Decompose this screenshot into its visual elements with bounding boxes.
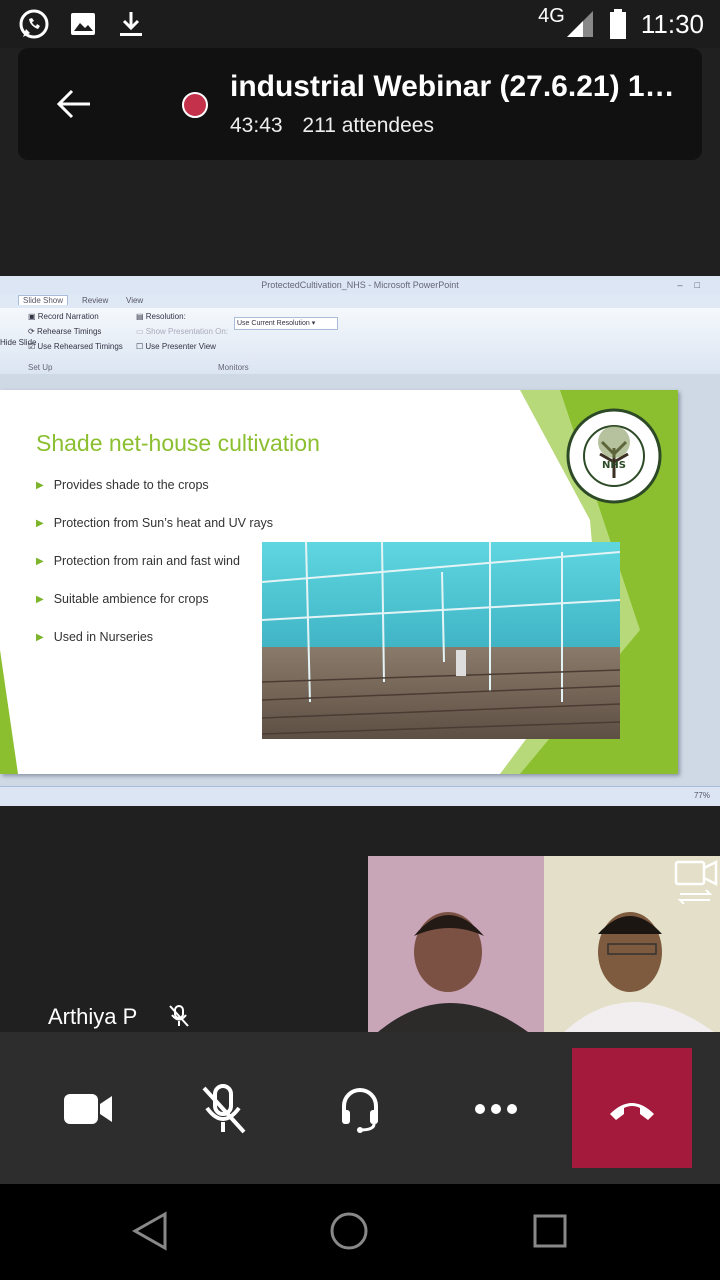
powerpoint-titlebar: ProtectedCultivation_NHS - Microsoft Pow… [0,276,720,294]
nhs-logo: NHS [566,408,662,504]
participant-muted-icon [169,1005,189,1027]
bullet-item: ▶ Protection from rain and fast wind [36,554,240,568]
android-nav-bar [0,1184,720,1280]
call-header: industrial Webinar (27.6.21) 1… 43:43 21… [18,48,702,160]
back-arrow-icon[interactable] [54,84,94,124]
attendee-count[interactable]: 211 attendees [302,114,434,137]
window-controls: –□ [677,280,712,290]
setup-group-label: Set Up [28,363,53,372]
tab-review: Review [82,296,109,305]
phone-hangup-icon [610,1103,654,1120]
video-feed [368,856,720,1032]
bullet-arrow-icon: ▶ [36,632,44,643]
record-narration-button: ▣ Record Narration [28,312,99,321]
call-controls [0,1032,720,1184]
signal-icon [566,11,593,37]
slide-bullets: ▶ Provides shade to the crops ▶ Protection… [36,478,273,668]
monitors-group-label: Monitors [218,363,249,372]
bullet-item: ▶ Provides shade to the crops [36,478,209,492]
shared-screen: ProtectedCultivation_NHS - Microsoft Pow… [0,276,720,806]
nav-back-icon[interactable] [125,1206,175,1256]
call-duration: 43:43 [230,114,283,137]
use-rehearsed-timings-checkbox: ☑ Use Rehearsed Timings [28,342,123,351]
bullet-item: ▶ Suitable ambience for crops [36,592,209,606]
use-presenter-view-checkbox: ☐ Use Presenter View [136,342,216,351]
tab-slide-show: Slide Show [18,295,69,305]
window-title: ProtectedCultivation_NHS - Microsoft Pow… [261,280,459,290]
slide: Shade net-house cultivation ▶ Provides sh… [0,390,678,774]
powerpoint-statusbar: 77% [0,786,720,806]
battery-icon [609,9,626,39]
meeting-meta: 43:43 211 attendees [230,114,448,138]
bullet-arrow-icon: ▶ [36,480,44,491]
video-tile [368,856,720,1032]
video-camera-icon[interactable] [58,1084,118,1134]
hang-up-button[interactable] [572,1048,692,1168]
more-options-icon[interactable] [466,1084,526,1134]
download-icon [120,12,142,36]
bullet-arrow-icon: ▶ [36,518,44,529]
meeting-title: industrial Webinar (27.6.21) 1… [230,70,675,103]
ribbon: Hide Slide ▣ Record Narration ⟳ Rehearse… [0,308,720,375]
status-bar: 4G 11:30 [0,0,720,48]
microphone-muted-icon[interactable] [194,1084,254,1134]
clock: 11:30 [640,8,704,39]
bullet-arrow-icon: ▶ [36,594,44,605]
nav-home-icon[interactable] [324,1206,374,1256]
image-icon [71,13,95,35]
audio-headset-icon[interactable] [330,1084,390,1134]
participant-name: Arthiya P [48,1004,138,1029]
rehearse-timings-button: ⟳ Rehearse Timings [28,327,102,336]
shade-net-house-photo [262,542,620,739]
tab-view: View [126,296,144,305]
bullet-item: ▶ Protection from Sun’s heat and UV rays [36,516,274,530]
show-presentation-on: ▭ Show Presentation On: [136,327,229,336]
nav-recents-icon[interactable] [525,1206,575,1256]
resolution-label: ▤ Resolution: [136,312,186,321]
ribbon-tabs: Slide Show Review View [0,294,720,308]
resolution-dropdown: Use Current Resolution ▾ [234,317,338,330]
hide-slide-button: Hide Slide [0,338,37,347]
recording-indicator-icon [182,92,208,118]
network-type: 4G [538,4,565,27]
bullet-arrow-icon: ▶ [36,556,44,567]
slide-pane: Shade net-house cultivation ▶ Provides sh… [0,374,720,786]
whatsapp-icon [19,9,49,39]
zoom-level: 77% [693,791,710,800]
switch-camera-icon[interactable] [672,856,720,904]
logo-text: NHS [602,460,626,471]
slide-title: Shade net-house cultivation [36,430,320,456]
bullet-item: ▶ Used in Nurseries [36,630,154,644]
